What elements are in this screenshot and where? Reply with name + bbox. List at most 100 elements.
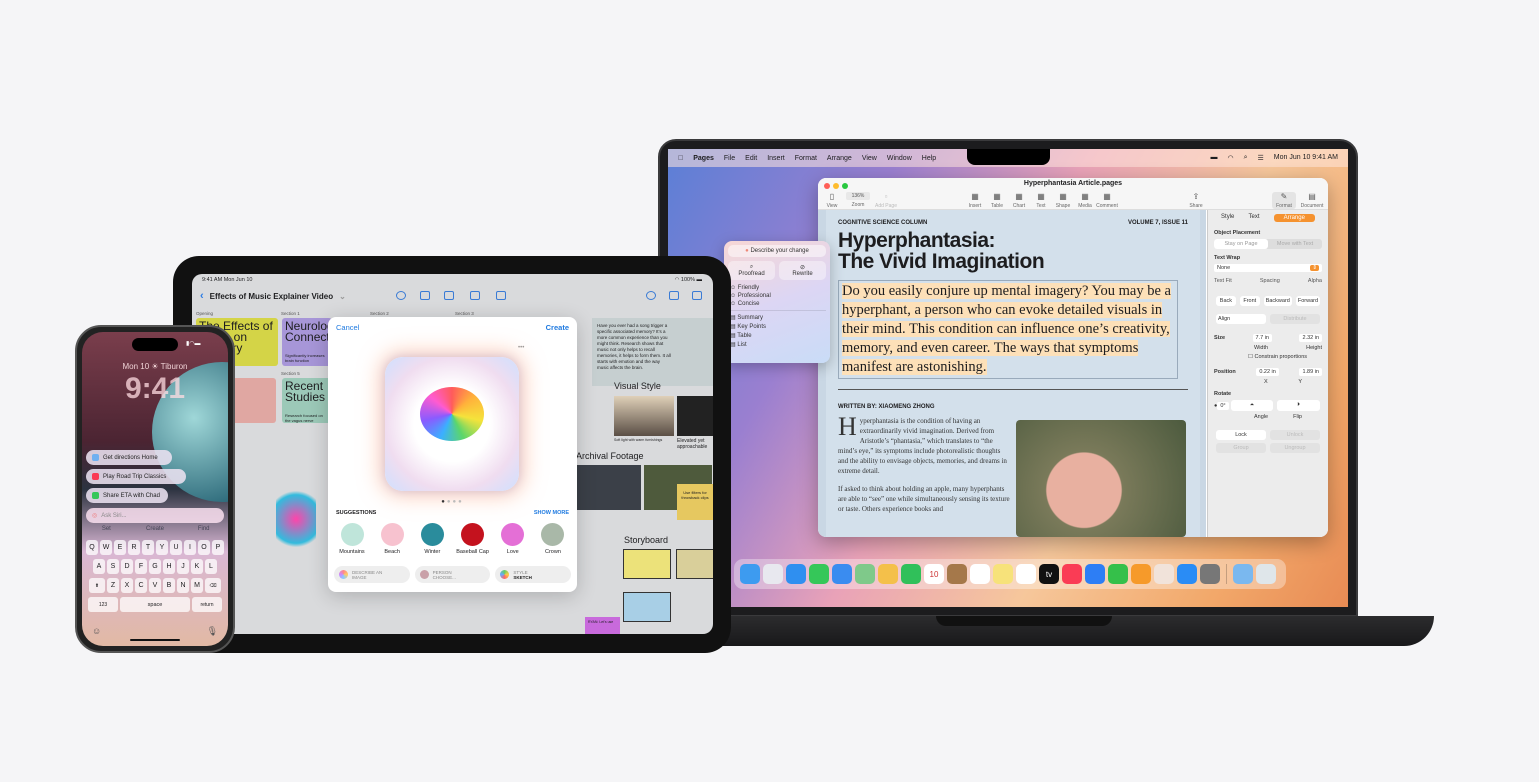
prediction-set[interactable]: Set [82,526,131,532]
note-card[interactable]: Have you ever had a song trigger a speci… [592,318,713,386]
distribute-select[interactable]: Distribute [1270,314,1320,324]
menu-arrange[interactable]: Arrange [827,155,852,162]
key-j[interactable]: J [177,559,189,574]
archival-photo[interactable] [577,465,641,510]
show-more-button[interactable]: SHOW MORE [534,510,569,516]
proofread-button[interactable]: ⌕ Proofread [728,261,775,280]
prompt-chip[interactable]: STYLE SKETCH [495,566,572,583]
storyboard-frame[interactable] [676,549,713,579]
dock-notes-icon[interactable] [993,564,1013,584]
menu-format[interactable]: Format [795,155,817,162]
menu-help[interactable]: Help [922,155,936,162]
siri-suggestion[interactable]: Get directions Home [86,450,172,465]
media-button[interactable]: ▦ Media [1073,192,1097,209]
more-icon[interactable]: ••• [518,345,524,351]
format-key-points[interactable]: ▤ Key Points [728,322,826,331]
rewrite-button[interactable]: ⊘ Rewrite [779,261,826,280]
x-field[interactable]: 0.22 in [1256,368,1279,376]
y-field[interactable]: 1.89 in [1299,368,1322,376]
key-c[interactable]: C [135,578,147,593]
prediction-find[interactable]: Find [179,526,228,532]
card-section-5[interactable]: Recent Studies Research focused on the va… [282,378,332,423]
prompt-chip[interactable]: PERSON CHOOSE... [414,566,491,583]
key-s[interactable]: S [107,559,119,574]
article-body[interactable]: Hyperphantasia is the condition of havin… [838,414,1010,514]
key-u[interactable]: U [170,540,182,555]
lock-button[interactable]: Lock [1216,430,1266,440]
freeform-board[interactable]: 9:41 AM Mon Jun 10 ◠ 100% ▬ ‹ Effects of M… [192,274,713,634]
constrain-checkbox[interactable]: ☐ Constrain proportions [1214,354,1322,360]
tab-arrange[interactable]: Arrange [1273,214,1315,222]
media-icon[interactable] [496,291,506,300]
text-wrap-select[interactable]: None ⇕ [1214,264,1322,272]
format-button[interactable]: ✎ Format [1272,192,1296,209]
space-key[interactable]: space [120,597,190,612]
back-chevron-icon[interactable]: ‹ [200,290,204,302]
key-o[interactable]: O [198,540,210,555]
angle-field[interactable]: 0° [1217,401,1229,410]
wifi-icon[interactable]: ◠ [1227,154,1233,162]
key-r[interactable]: R [128,540,140,555]
dock-numbers-icon[interactable] [1108,564,1128,584]
key-a[interactable]: A [93,559,105,574]
key-y[interactable]: Y [156,540,168,555]
suggestion-mountains[interactable]: Mountains [334,523,370,555]
forward-button[interactable]: Forward [1295,296,1321,306]
dock-reminders-icon[interactable] [970,564,990,584]
storyboard-frame[interactable] [623,592,671,622]
key-w[interactable]: W [100,540,112,555]
delete-key[interactable]: ⌫ [205,578,221,593]
dock-iphone-mirroring-icon[interactable] [1154,564,1174,584]
dock-mail-icon[interactable] [832,564,852,584]
dock-music-icon[interactable] [1062,564,1082,584]
text-button[interactable]: ▦ Text [1029,192,1053,209]
siri-text-field[interactable]: ◎ Ask Siri... [86,508,224,523]
suggestion-winter[interactable]: Winter [414,523,450,555]
board-title[interactable]: Effects of Music Explainer Video [210,292,333,301]
control-center-icon[interactable]: ☰ [1258,154,1264,162]
format-summary[interactable]: ▤ Summary [728,313,826,322]
dock-contacts-icon[interactable] [947,564,967,584]
article-illustration[interactable] [1016,420,1186,537]
key-e[interactable]: E [114,540,126,555]
sticky-note[interactable]: Use filters for throwback clips [677,484,713,520]
compose-icon[interactable] [692,291,702,300]
flip-horizontal-button[interactable]: ⏵ [1277,400,1320,411]
pen-tool-icon[interactable] [396,291,406,300]
card-section-1[interactable]: Neurological Connections Significantly in… [282,318,332,366]
document-button[interactable]: ▤ Document [1300,192,1324,209]
backward-button[interactable]: Backward [1263,296,1292,306]
dock-calendar-icon[interactable]: 10 [924,564,944,584]
sticky-note-icon[interactable] [420,291,430,300]
suggestion-baseball-cap[interactable]: Baseball Cap [455,523,491,555]
dock-finder-icon[interactable] [740,564,760,584]
tone-friendly[interactable]: ☺ Friendly [728,284,826,292]
suggestion-beach[interactable]: Beach [374,523,410,555]
key-v[interactable]: V [149,578,161,593]
align-select[interactable]: Align [1216,314,1266,324]
emoji-icon[interactable]: ☺ [92,626,101,637]
dock-launchpad-icon[interactable] [763,564,783,584]
dock-system-settings-icon[interactable] [1200,564,1220,584]
dock-app-store-icon[interactable] [1177,564,1197,584]
battery-icon[interactable]: ▬ [1210,154,1217,162]
tone-professional[interactable]: ☺ Professional [728,292,826,300]
page-indicator[interactable]: ●●●● [328,499,577,505]
key-k[interactable]: K [191,559,203,574]
comment-button[interactable]: ▦ Comment [1095,192,1119,209]
share-button[interactable]: ⇪ Share [1184,192,1208,209]
shapes-icon[interactable] [444,291,454,300]
front-button[interactable]: Front [1239,296,1260,306]
chevron-down-icon[interactable]: ⌄ [339,292,346,301]
key-d[interactable]: D [121,559,133,574]
shape-button[interactable]: ▦ Shape [1051,192,1075,209]
dock-pages-icon[interactable] [1131,564,1151,584]
width-field[interactable]: 7.7 in [1252,334,1272,342]
numbers-key[interactable]: 123 [88,597,118,612]
key-z[interactable]: Z [107,578,119,593]
key-i[interactable]: I [184,540,196,555]
cancel-button[interactable]: Cancel [336,323,359,332]
menu-window[interactable]: Window [887,155,912,162]
ungroup-button[interactable]: Ungroup [1270,443,1320,453]
dock-maps-icon[interactable] [855,564,875,584]
